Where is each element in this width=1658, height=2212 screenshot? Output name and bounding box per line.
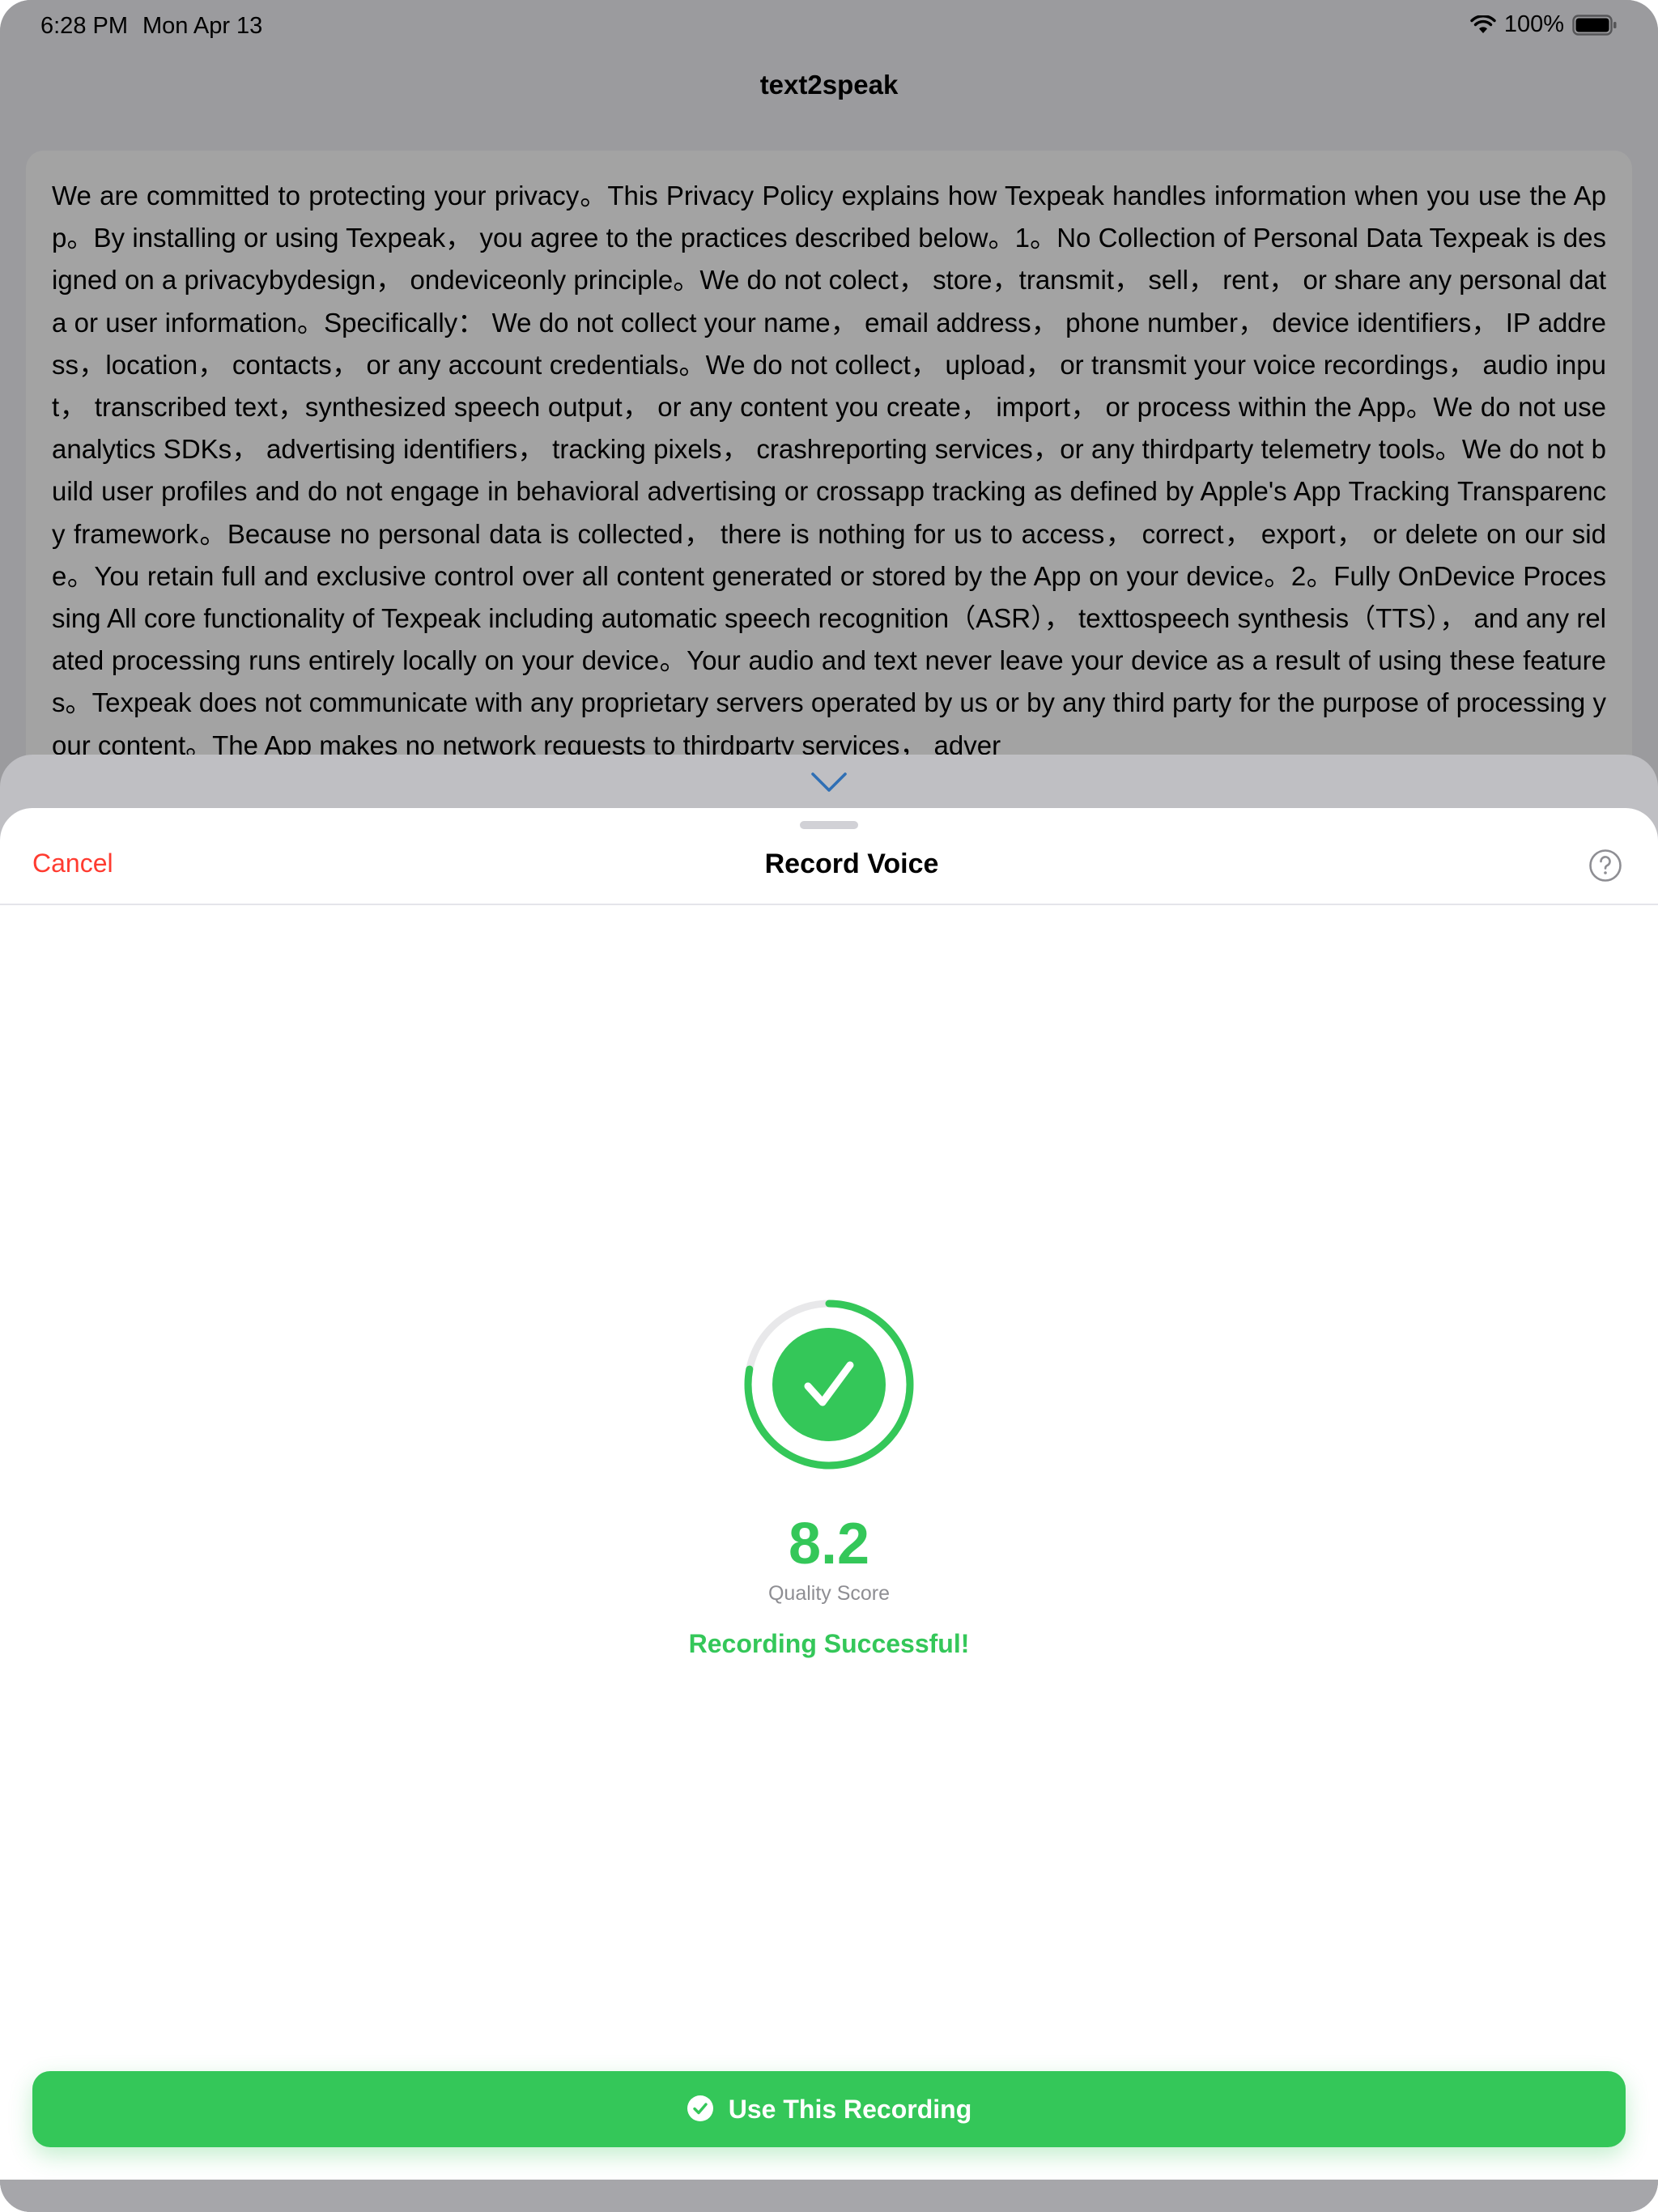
sheet-title: Record Voice <box>764 849 939 879</box>
help-circle-icon <box>1588 849 1622 885</box>
use-recording-button[interactable]: Use This Recording <box>32 2071 1626 2147</box>
chevron-down-icon[interactable] <box>810 768 848 797</box>
device-screen: 6:28 PM Mon Apr 13 100% text2speak We ar… <box>0 0 1658 2212</box>
help-button[interactable] <box>1588 849 1622 883</box>
result-indicator <box>743 1299 915 1470</box>
checkmark-circle-icon <box>687 2095 714 2125</box>
sheet-divider <box>0 904 1658 905</box>
quality-score-label: Quality Score <box>767 1582 891 1605</box>
use-recording-label: Use This Recording <box>728 2094 972 2124</box>
sheet-grabber[interactable] <box>800 821 858 829</box>
success-message: Recording Successful! <box>688 1629 970 1658</box>
record-voice-sheet: Cancel Record Voice 8.2 Quality Score Re… <box>0 808 1658 2180</box>
bottom-strip <box>0 2180 1658 2212</box>
quality-score-value: 8.2 <box>788 1512 870 1576</box>
